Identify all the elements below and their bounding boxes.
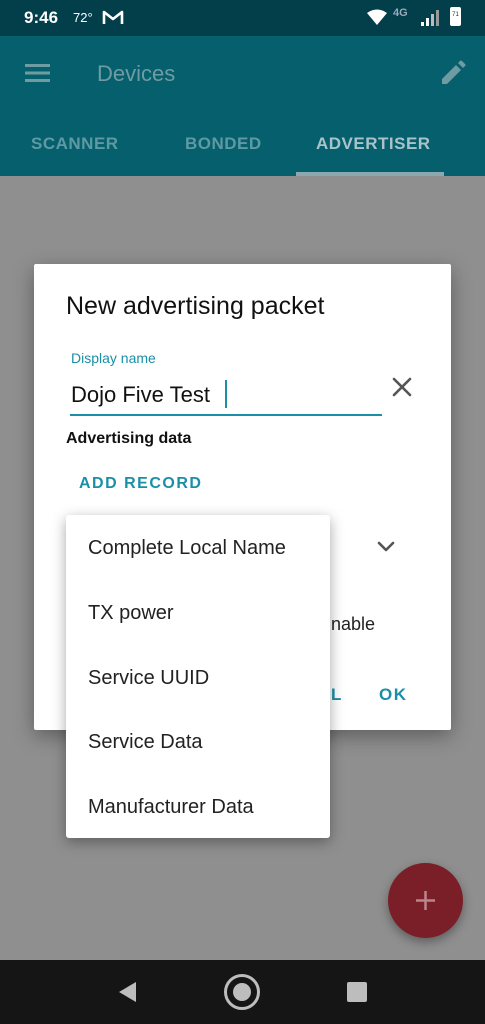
display-name-field[interactable]: Dojo Five Test bbox=[70, 376, 382, 416]
battery-level: 71 bbox=[452, 12, 459, 18]
recents-icon[interactable] bbox=[346, 981, 368, 1003]
tab-bar: SCANNER BONDED ADVERTISER bbox=[0, 108, 485, 176]
battery-icon: 71 bbox=[450, 7, 461, 26]
tab-advertiser[interactable]: ADVERTISER bbox=[316, 108, 431, 176]
display-name-value: Dojo Five Test bbox=[71, 382, 210, 407]
wifi-icon bbox=[367, 9, 387, 25]
cancel-button[interactable]: L bbox=[331, 685, 341, 705]
edit-icon[interactable] bbox=[439, 60, 466, 87]
network-type: 4G bbox=[393, 7, 408, 19]
partial-option-text: nable bbox=[331, 614, 376, 634]
gmail-icon bbox=[102, 10, 124, 24]
menu-item-complete-local-name[interactable]: Complete Local Name bbox=[88, 537, 286, 560]
ok-button[interactable]: OK bbox=[379, 685, 408, 705]
signal-icon bbox=[421, 10, 439, 26]
add-fab-button[interactable] bbox=[388, 863, 463, 938]
tab-bonded[interactable]: BONDED bbox=[185, 108, 262, 176]
chevron-down-icon[interactable] bbox=[376, 540, 396, 554]
status-temperature: 72° bbox=[73, 10, 93, 25]
clear-icon[interactable] bbox=[391, 376, 413, 398]
add-record-button[interactable]: ADD RECORD bbox=[79, 475, 202, 493]
page-title: Devices bbox=[97, 61, 176, 86]
advertising-data-label: Advertising data bbox=[66, 430, 192, 447]
record-type-menu: Complete Local Name TX power Service UUI… bbox=[66, 515, 330, 838]
text-cursor bbox=[225, 380, 227, 408]
plus-icon bbox=[416, 891, 435, 910]
display-name-label: Display name bbox=[71, 350, 156, 366]
status-bar: 9:46 72° 4G 71 bbox=[0, 0, 485, 36]
navigation-bar bbox=[0, 960, 485, 1024]
menu-item-manufacturer-data[interactable]: Manufacturer Data bbox=[88, 796, 254, 819]
tab-scanner[interactable]: SCANNER bbox=[31, 108, 119, 176]
dialog-title: New advertising packet bbox=[66, 292, 325, 320]
menu-item-tx-power[interactable]: TX power bbox=[88, 602, 174, 625]
menu-item-service-uuid[interactable]: Service UUID bbox=[88, 667, 209, 690]
back-icon[interactable] bbox=[116, 980, 138, 1004]
menu-icon[interactable] bbox=[24, 62, 52, 84]
status-time: 9:46 bbox=[24, 8, 59, 27]
home-icon[interactable] bbox=[222, 972, 262, 1012]
menu-item-service-data[interactable]: Service Data bbox=[88, 731, 203, 754]
